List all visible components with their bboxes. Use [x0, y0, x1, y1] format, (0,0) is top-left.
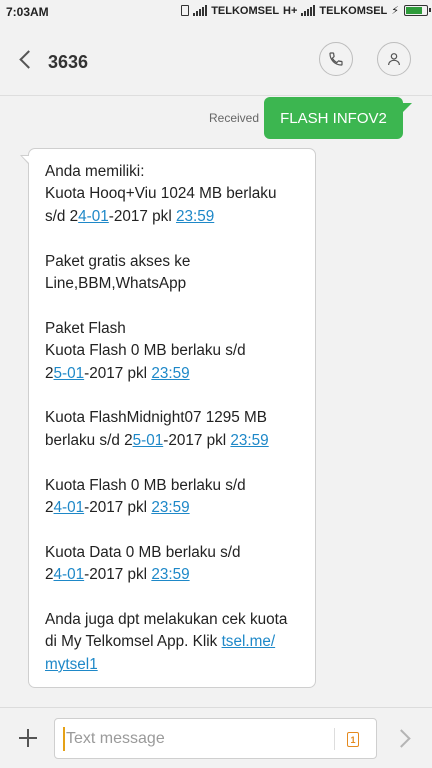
message-paragraph: Kuota Flash 0 MB berlaku s/d 24-01-2017 … [45, 475, 303, 520]
message-line: berlaku s/d 25-01-2017 pkl 23:59 [45, 431, 269, 449]
message-line: Kuota Hooq+Viu 1024 MB berlaku [45, 185, 277, 203]
battery-level [406, 7, 422, 14]
chevron-left-icon[interactable] [12, 46, 40, 74]
message-line: Paket Flash [45, 319, 126, 337]
received-message-bubble[interactable]: Anda memiliki: Kuota Hooq+Viu 1024 MB be… [20, 148, 316, 688]
message-thread[interactable]: Received FLASH INFOV2 Anda memiliki: Kuo… [0, 97, 432, 707]
carrier-name-1: TELKOMSEL [211, 4, 280, 17]
message-paragraph: Anda memiliki: Kuota Hooq+Viu 1024 MB be… [45, 161, 303, 228]
message-input[interactable] [63, 727, 323, 751]
message-line: Kuota FlashMidnight07 1295 MB [45, 409, 267, 427]
message-line: Kuota Flash 0 MB berlaku s/d [45, 476, 246, 494]
sim-card-icon[interactable]: 1 [347, 732, 359, 747]
network-type: H+ [283, 4, 298, 17]
time-link[interactable]: 23:59 [151, 365, 189, 382]
message-line: Kuota Flash 0 MB berlaku s/d [45, 342, 246, 360]
url-link[interactable]: tsel.me/ [222, 633, 276, 650]
message-paragraph: Paket Flash Kuota Flash 0 MB berlaku s/d… [45, 318, 303, 385]
time-link[interactable]: 23:59 [151, 566, 189, 583]
charging-icon: ⚡ [391, 5, 399, 17]
compose-bar: 1 [0, 707, 432, 768]
message-line: mytsel1 [45, 654, 303, 676]
person-icon [388, 53, 400, 66]
message-line: Kuota Data 0 MB berlaku s/d [45, 543, 241, 561]
time-link[interactable]: 23:59 [230, 432, 268, 449]
sent-message-text: FLASH INFOV2 [280, 109, 387, 127]
date-link[interactable]: 5-01 [133, 432, 164, 449]
message-line: Line,BBM,WhatsApp [45, 275, 187, 293]
received-label: Received [209, 111, 260, 125]
message-line: 24-01-2017 pkl 23:59 [45, 566, 190, 584]
message-paragraph: Kuota FlashMidnight07 1295 MB berlaku s/… [45, 407, 303, 452]
date-link[interactable]: 4-01 [54, 566, 85, 583]
message-line: di My Telkomsel App. Klik tsel.me/ [45, 633, 276, 651]
message-line: 25-01-2017 pkl 23:59 [45, 364, 190, 382]
phone-icon [329, 52, 343, 66]
vibrate-icon [181, 5, 190, 16]
status-bar: 7:03AM TELKOMSEL H+ TELKOMSEL ⚡ [0, 0, 432, 24]
signal-icon [301, 5, 316, 16]
date-link[interactable]: 4-01 [54, 499, 85, 516]
send-arrow-icon[interactable] [394, 728, 414, 748]
message-line: Anda juga dpt melakukan cek kuota [45, 611, 288, 629]
plus-icon[interactable] [16, 726, 40, 750]
message-line: Paket gratis akses ke [45, 252, 191, 270]
divider [334, 728, 335, 750]
sent-message-bubble[interactable]: FLASH INFOV2 [264, 97, 412, 139]
call-button[interactable] [319, 42, 353, 76]
carrier-name-2: TELKOMSEL [319, 4, 388, 17]
message-paragraph: Paket gratis akses ke Line,BBM,WhatsApp [45, 251, 303, 296]
status-time: 7:03AM [6, 5, 49, 19]
date-link[interactable]: 5-01 [54, 365, 85, 382]
url-link[interactable]: mytsel1 [45, 656, 98, 673]
message-input-container[interactable]: 1 [54, 718, 377, 759]
date-link[interactable]: 4-01 [78, 208, 109, 225]
time-link[interactable]: 23:59 [176, 208, 214, 225]
signal-icon [193, 5, 208, 16]
conversation-title: 3636 [48, 52, 89, 72]
message-line: 24-01-2017 pkl 23:59 [45, 499, 190, 517]
contact-button[interactable] [377, 42, 411, 76]
message-line: Anda memiliki: [45, 163, 145, 180]
conversation-header: 3636 [0, 24, 432, 96]
message-paragraph: Anda juga dpt melakukan cek kuota di My … [45, 609, 303, 676]
battery-icon [404, 5, 431, 16]
message-line: s/d 24-01-2017 pkl 23:59 [45, 207, 215, 225]
status-indicators: TELKOMSEL H+ TELKOMSEL ⚡ [181, 4, 431, 17]
message-paragraph: Kuota Data 0 MB berlaku s/d 24-01-2017 p… [45, 542, 303, 587]
time-link[interactable]: 23:59 [151, 499, 189, 516]
